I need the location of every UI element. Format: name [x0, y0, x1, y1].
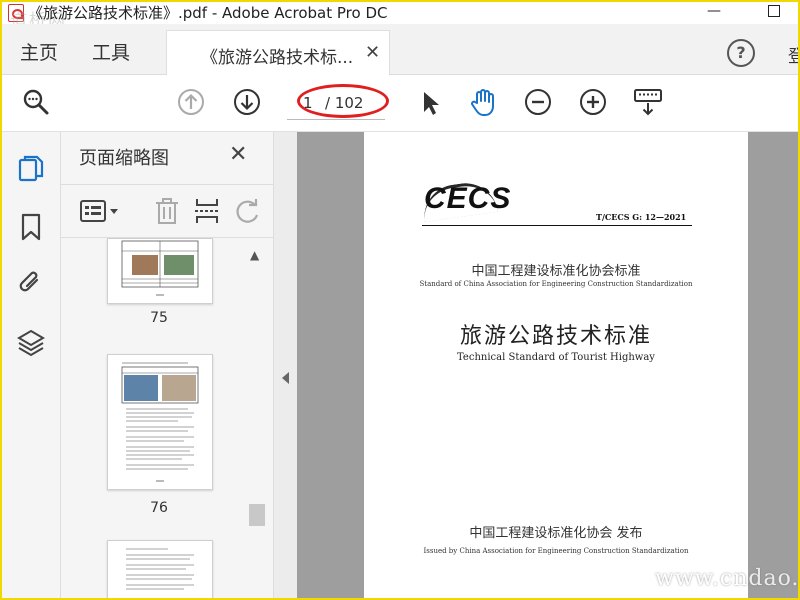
page-gutter [748, 132, 800, 600]
page-thumbnails-icon[interactable] [17, 154, 45, 184]
search-icon[interactable] [21, 87, 51, 117]
document-tab[interactable]: 《旅游公路技术标... ✕ [166, 30, 390, 75]
insert-page-icon[interactable] [193, 197, 221, 225]
thumbnails-scrollbar[interactable]: ▲ [247, 242, 265, 600]
page-thumbnail[interactable] [107, 238, 213, 304]
thumbnails-toolbar [61, 184, 273, 238]
scrollbar-thumb[interactable] [249, 504, 265, 526]
watermark-url: www.cndao. [655, 566, 800, 591]
thumbnails-list: 75 76 [61, 238, 273, 600]
scroll-up-icon[interactable]: ▲ [250, 248, 259, 262]
close-tab-icon[interactable]: ✕ [365, 42, 380, 63]
zoom-in-icon[interactable] [578, 87, 608, 117]
rotate-icon[interactable] [233, 197, 261, 225]
tab-tools[interactable]: 工具 [92, 38, 130, 65]
association-standard-en: Standard of China Association for Engine… [419, 280, 693, 288]
document-title-cn: 旅游公路技术标准 [459, 324, 652, 349]
navigation-rail [0, 132, 61, 600]
minimize-button[interactable]: — [703, 0, 725, 22]
signin-button[interactable]: 登 [788, 42, 800, 67]
thumbnails-title: 页面缩略图 [79, 148, 169, 169]
maximize-button[interactable] [763, 0, 785, 22]
issued-by-cn: 中国工程建设标准化协会 发布 [469, 526, 643, 541]
options-icon[interactable] [79, 197, 121, 225]
window-title: 《旅游公路技术标准》.pdf - Adobe Acrobat Pro DC [28, 4, 388, 22]
prev-page-icon[interactable] [176, 87, 206, 117]
layers-icon[interactable] [17, 327, 45, 357]
page-thumbnail[interactable] [107, 354, 213, 490]
next-page-icon[interactable] [232, 87, 262, 117]
standard-code: T/CECS G: 12—2021 [596, 212, 687, 222]
panel-splitter[interactable] [273, 132, 298, 600]
thumbnails-panel: 页面缩略图 ✕ 75 76 ▲ [61, 132, 273, 600]
document-page: CECS T/CECS G: 12—2021 中国工程建设标准化协会标准 Sta… [364, 132, 748, 600]
tab-home[interactable]: 主页 [20, 38, 58, 65]
collapse-panel-icon[interactable] [282, 372, 289, 384]
association-standard-cn: 中国工程建设标准化协会标准 [471, 264, 641, 279]
cecs-logo: CECS [424, 182, 512, 215]
document-view[interactable]: CECS T/CECS G: 12—2021 中国工程建设标准化协会标准 Sta… [297, 132, 800, 600]
page-number-label: 75 [150, 310, 168, 326]
page-thumbnail[interactable] [107, 540, 213, 600]
menu-tab-bar: 主页 工具 《旅游公路技术标... ✕ ? 登 [0, 24, 800, 75]
highlight-circle [297, 84, 389, 118]
toolbar: 1 / 102 [0, 75, 800, 132]
hand-tool-icon[interactable] [468, 87, 498, 117]
title-bar: 道桥网 《旅游公路技术标准》.pdf - Adobe Acrobat Pro D… [0, 0, 800, 31]
document-tab-title: 《旅游公路技术标... [201, 48, 354, 68]
select-cursor-icon[interactable] [415, 87, 445, 117]
delete-icon[interactable] [153, 197, 181, 225]
attachments-icon[interactable] [17, 268, 45, 298]
issued-by-en: Issued by China Association for Engineer… [423, 547, 689, 555]
close-panel-icon[interactable]: ✕ [229, 142, 247, 167]
keyboard-icon[interactable] [633, 87, 663, 117]
zoom-out-icon[interactable] [523, 87, 553, 117]
help-icon[interactable]: ? [727, 39, 755, 67]
header-rule [422, 225, 692, 226]
document-title-en: Technical Standard of Tourist Highway [457, 352, 655, 363]
page-number-label: 76 [150, 500, 168, 516]
bookmarks-icon[interactable] [17, 212, 45, 242]
